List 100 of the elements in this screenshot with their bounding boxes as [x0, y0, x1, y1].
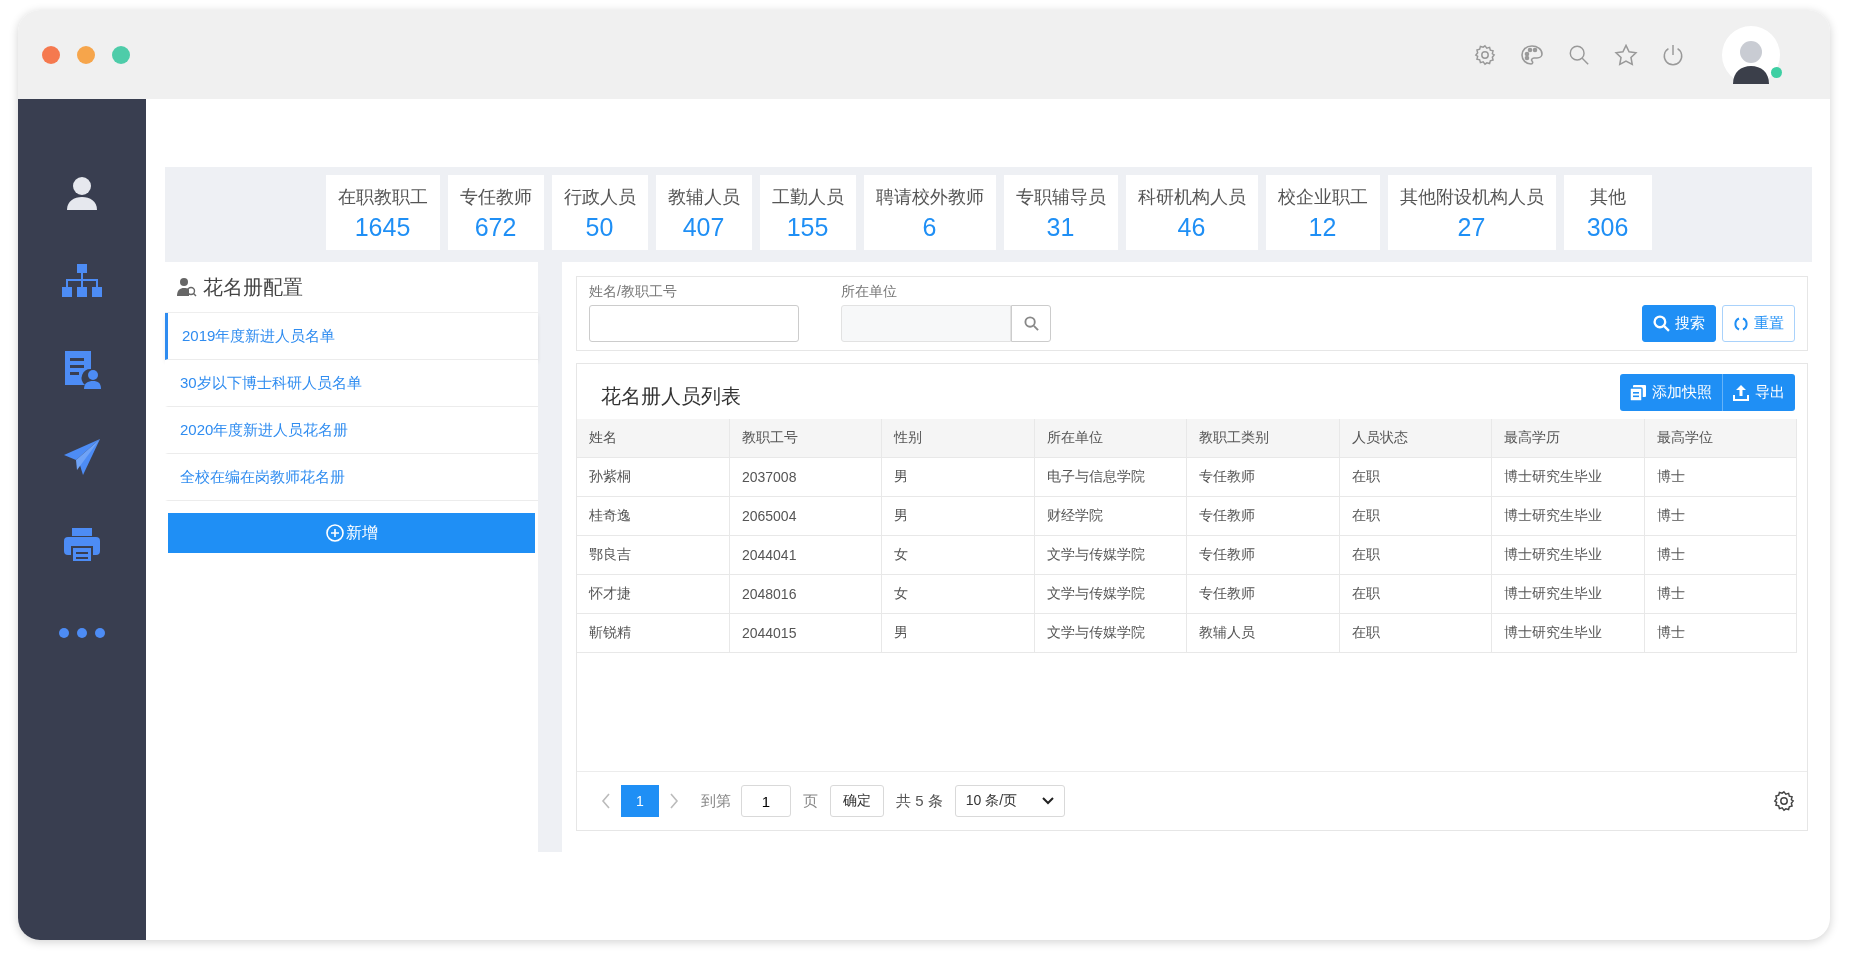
printer-icon [63, 527, 101, 563]
table-settings-button[interactable] [1773, 790, 1795, 812]
table-cell: 电子与信息学院 [1034, 457, 1187, 497]
table-cell: 博士 [1644, 613, 1797, 653]
picker-search-button[interactable] [1011, 305, 1051, 342]
input-field[interactable] [589, 305, 799, 342]
stat-value: 155 [786, 213, 829, 242]
stat-label: 其他 [1589, 186, 1626, 209]
stat-value: 672 [474, 213, 517, 242]
stat-value: 31 [1046, 213, 1075, 242]
person-search-icon [177, 277, 197, 297]
table-cell: 博士 [1644, 535, 1797, 575]
page-input-field[interactable]: 1 [741, 785, 791, 817]
stat-value: 46 [1177, 213, 1206, 242]
table-cell: 博士研究生毕业 [1491, 574, 1645, 614]
table-cell: 专任教师 [1186, 535, 1340, 575]
table-cell: 专任教师 [1186, 496, 1340, 536]
stat-label: 专职辅导员 [1015, 186, 1106, 209]
search-button[interactable] [1568, 43, 1590, 66]
column-header: 教职工类别 [1186, 419, 1340, 458]
field-label: 姓名/教职工号 [589, 283, 678, 301]
page-unit-label: 页 [803, 791, 818, 811]
search-icon [1568, 43, 1590, 66]
column-header: 最高学位 [1644, 419, 1797, 458]
column-header: 性别 [881, 419, 1035, 458]
stat-value: 6 [922, 213, 937, 242]
maximize-window-button[interactable] [112, 45, 130, 64]
reset-button[interactable]: 重置 [1722, 305, 1795, 342]
table-cell: 男 [881, 496, 1035, 536]
table-cell: 博士研究生毕业 [1491, 496, 1645, 536]
column-header: 所在单位 [1034, 419, 1187, 458]
close-window-button[interactable] [42, 45, 60, 64]
table-cell: 鄂良吉 [577, 535, 730, 575]
stat-value: 306 [1586, 213, 1629, 242]
stat-value: 12 [1308, 213, 1337, 242]
stat-label: 科研机构人员 [1137, 186, 1246, 209]
table-title: 花名册人员列表 [601, 384, 742, 409]
table-cell: 博士 [1644, 457, 1797, 497]
org-chart-icon [62, 264, 102, 298]
column-header: 教职工号 [729, 419, 882, 458]
table-cell: 2037008 [729, 457, 882, 497]
power-button[interactable] [1662, 42, 1684, 67]
panel-title: 花名册配置 [203, 274, 303, 300]
power-icon [1662, 42, 1684, 67]
column-header: 姓名 [577, 419, 730, 458]
search-icon [1653, 315, 1670, 332]
page-number-button[interactable]: 1 [621, 785, 659, 817]
more-dots-icon [58, 627, 106, 639]
table-cell: 博士 [1644, 574, 1797, 614]
palette-icon [1520, 43, 1544, 66]
refresh-icon [1733, 315, 1749, 332]
table-cell: 男 [881, 457, 1035, 497]
palette-button[interactable] [1520, 43, 1544, 66]
table-cell: 博士研究生毕业 [1491, 457, 1645, 497]
roster-list-item[interactable]: 2019年度新进人员名单 [165, 313, 538, 360]
table-cell: 2065004 [729, 496, 882, 536]
stat-value: 50 [585, 213, 614, 242]
table-cell: 财经学院 [1034, 496, 1187, 536]
online-status-dot [1771, 66, 1782, 78]
stat-label: 其他附设机构人员 [1399, 186, 1544, 209]
chevron-left-icon [601, 793, 611, 809]
table-cell: 2048016 [729, 574, 882, 614]
star-icon [1614, 43, 1638, 66]
search-icon [1023, 316, 1039, 331]
add-snapshot-button[interactable]: 添加快照 [1620, 374, 1723, 411]
table-cell: 女 [881, 535, 1035, 575]
table-cell: 在职 [1339, 613, 1492, 653]
stat-label: 聘请校外教师 [875, 186, 984, 209]
table-cell: 教辅人员 [1186, 613, 1340, 653]
star-button[interactable] [1614, 43, 1638, 66]
search-button[interactable]: 搜索 [1642, 305, 1716, 342]
table-cell: 2044041 [729, 535, 882, 575]
settings-button[interactable] [1474, 43, 1496, 66]
table-cell: 博士 [1644, 496, 1797, 536]
page-size-select[interactable]: 10 条/页 [954, 785, 1065, 817]
stat-label: 专任教师 [459, 186, 532, 209]
document-person-icon [63, 349, 101, 389]
table-cell: 在职 [1339, 574, 1492, 614]
table-cell: 博士研究生毕业 [1491, 613, 1645, 653]
chevron-right-icon [669, 793, 679, 809]
stat-label: 校企业职工 [1277, 186, 1368, 209]
export-button[interactable]: 导出 [1723, 374, 1795, 411]
add-button[interactable]: 新增 [168, 513, 535, 553]
table-cell: 专任教师 [1186, 574, 1340, 614]
total-count: 共 5 条 [896, 791, 943, 811]
stat-label: 工勤人员 [771, 186, 844, 209]
column-header: 最高学历 [1491, 419, 1645, 458]
minimize-window-button[interactable] [77, 45, 95, 64]
table-cell: 在职 [1339, 535, 1492, 575]
plus-circle-icon [325, 524, 344, 542]
user-icon [66, 176, 98, 210]
table-cell: 男 [881, 613, 1035, 653]
unit-picker-field[interactable] [841, 305, 1011, 342]
stat-value: 27 [1457, 213, 1486, 242]
table-cell: 女 [881, 574, 1035, 614]
confirm-button[interactable]: 确定 [830, 785, 884, 817]
stat-label: 在职教职工 [337, 186, 428, 209]
caret-icon [1041, 797, 1054, 805]
settings-icon [1474, 43, 1496, 66]
goto-label: 到第 [701, 791, 731, 811]
